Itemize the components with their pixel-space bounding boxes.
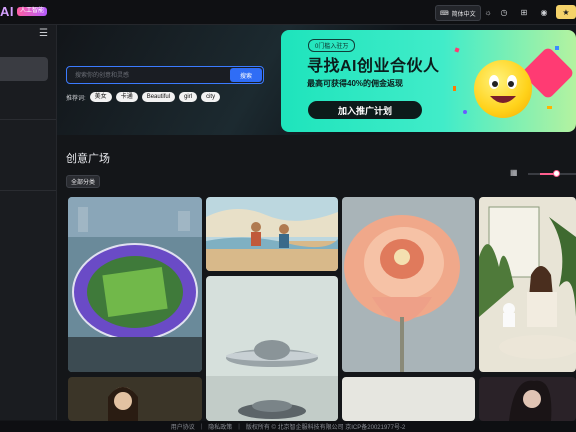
logo[interactable]: AI 人工智能 [0,3,48,19]
banner-subtitle: 最高可获得40%的佣金返现 [307,79,404,88]
gift-icon[interactable]: ⊞ [517,5,531,19]
footer: 用户协议 | 隐私政策 | 版权所有 © 北京智企服科技有限公司 京ICP备20… [0,421,576,432]
gallery-image-ufo[interactable] [206,276,338,421]
logo-badge: 人工智能 [17,6,48,16]
sidebar-divider [0,190,56,191]
sidebar-item-active[interactable] [0,57,48,81]
bell-icon[interactable]: ◉ [537,5,551,19]
gallery-image-girl-plants[interactable] [479,197,576,372]
gallery-image-flower[interactable] [342,197,475,372]
footer-separator: | [238,423,240,430]
join-promotion-button[interactable]: 加入推广计划 [308,101,422,119]
gallery-image-woman-portrait[interactable] [68,377,202,421]
banner-chip: 0门槛入驻万 [308,39,356,52]
sidebar: ☰ [0,25,57,420]
gallery-image-stadium[interactable] [68,197,202,372]
gallery-title: 创意广场 [66,153,110,165]
logo-text: AI [0,3,14,19]
recommend-tag[interactable]: 卡通 [115,92,138,102]
recommend-tag[interactable]: Beautiful [141,92,176,102]
gallery-image-light[interactable] [342,377,475,421]
search-box: 搜索 [66,66,264,84]
gallery-image-running-kids[interactable] [206,197,338,271]
gallery-image-woman-dark[interactable] [479,377,576,421]
theme-icon[interactable]: ☼ [481,5,495,19]
search-input[interactable] [73,69,227,83]
language-label: 简体中文 [451,11,476,18]
recommend-tag[interactable]: girl [179,92,198,102]
top-bar: AI 人工智能 ⌨ 简体中文 ☼ ◷ ⊞ ◉ ★ [0,0,576,25]
language-icon: ⌨ [440,10,449,17]
recommend-tag[interactable]: 美女 [89,92,112,102]
hamburger-menu-icon[interactable]: ☰ [39,28,48,39]
recommend-row: 推荐词: 美女 卡通 Beautiful girl city [66,92,221,102]
history-icon[interactable]: ◷ [497,5,511,19]
search-button[interactable]: 搜索 [230,68,262,82]
privacy-policy-link[interactable]: 隐私政策 [208,422,232,431]
banner-title: 寻找AI创业合伙人 [307,58,440,75]
account-button[interactable]: ★ [556,5,576,19]
recommend-tag[interactable]: city [201,92,221,102]
zoom-slider-handle[interactable] [553,170,560,177]
grid-view-icon[interactable]: ▦ [510,168,518,177]
copyright-text: 版权所有 © 北京智企服科技有限公司 京ICP备20021977号-2 [245,425,406,431]
footer-separator: | [200,423,203,430]
sidebar-divider [0,119,56,120]
confetti-decoration [453,46,559,114]
language-button[interactable]: ⌨ 简体中文 [435,5,481,21]
zoom-slider[interactable] [528,170,576,177]
category-filter-button[interactable]: 全部分类 [66,175,101,188]
promo-banner[interactable]: 0门槛入驻万 寻找AI创业合伙人 最高可获得40%的佣金返现 加入推广计划 [281,30,576,132]
user-agreement-link[interactable]: 用户协议 [171,422,195,431]
recommend-label: 推荐词: [66,95,86,102]
